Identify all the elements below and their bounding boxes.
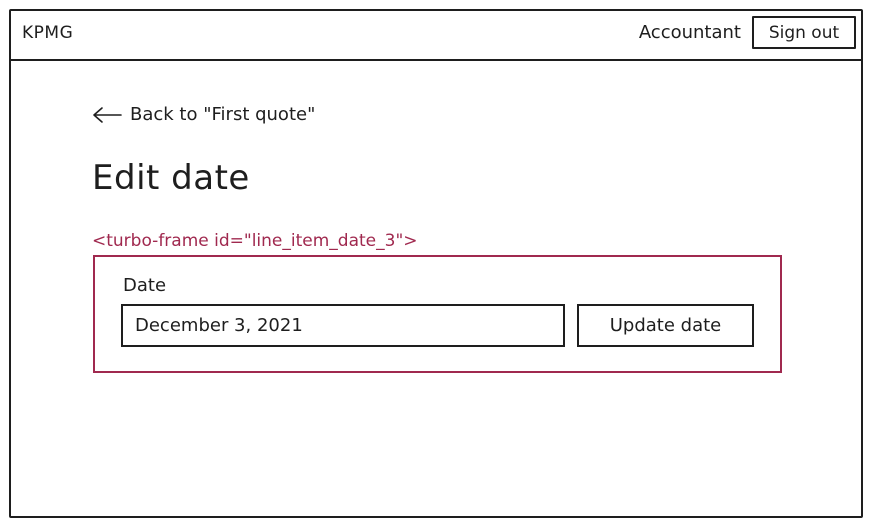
brand-logo[interactable]: KPMG [22,23,73,43]
back-link-label: Back to "First quote" [130,104,316,125]
top-navbar: KPMG Accountant Sign out [9,9,863,61]
page-title: Edit date [92,158,250,198]
back-link[interactable]: Back to "First quote" [92,104,315,125]
turbo-frame-tag-label: <turbo-frame id="line_item_date_3"> [92,231,418,251]
sign-out-button[interactable]: Sign out [752,16,856,49]
arrow-left-icon [93,106,122,123]
update-date-button[interactable]: Update date [577,304,754,347]
date-input[interactable] [121,304,565,347]
date-label: Date [123,275,167,296]
current-user-name: Accountant [638,22,741,43]
